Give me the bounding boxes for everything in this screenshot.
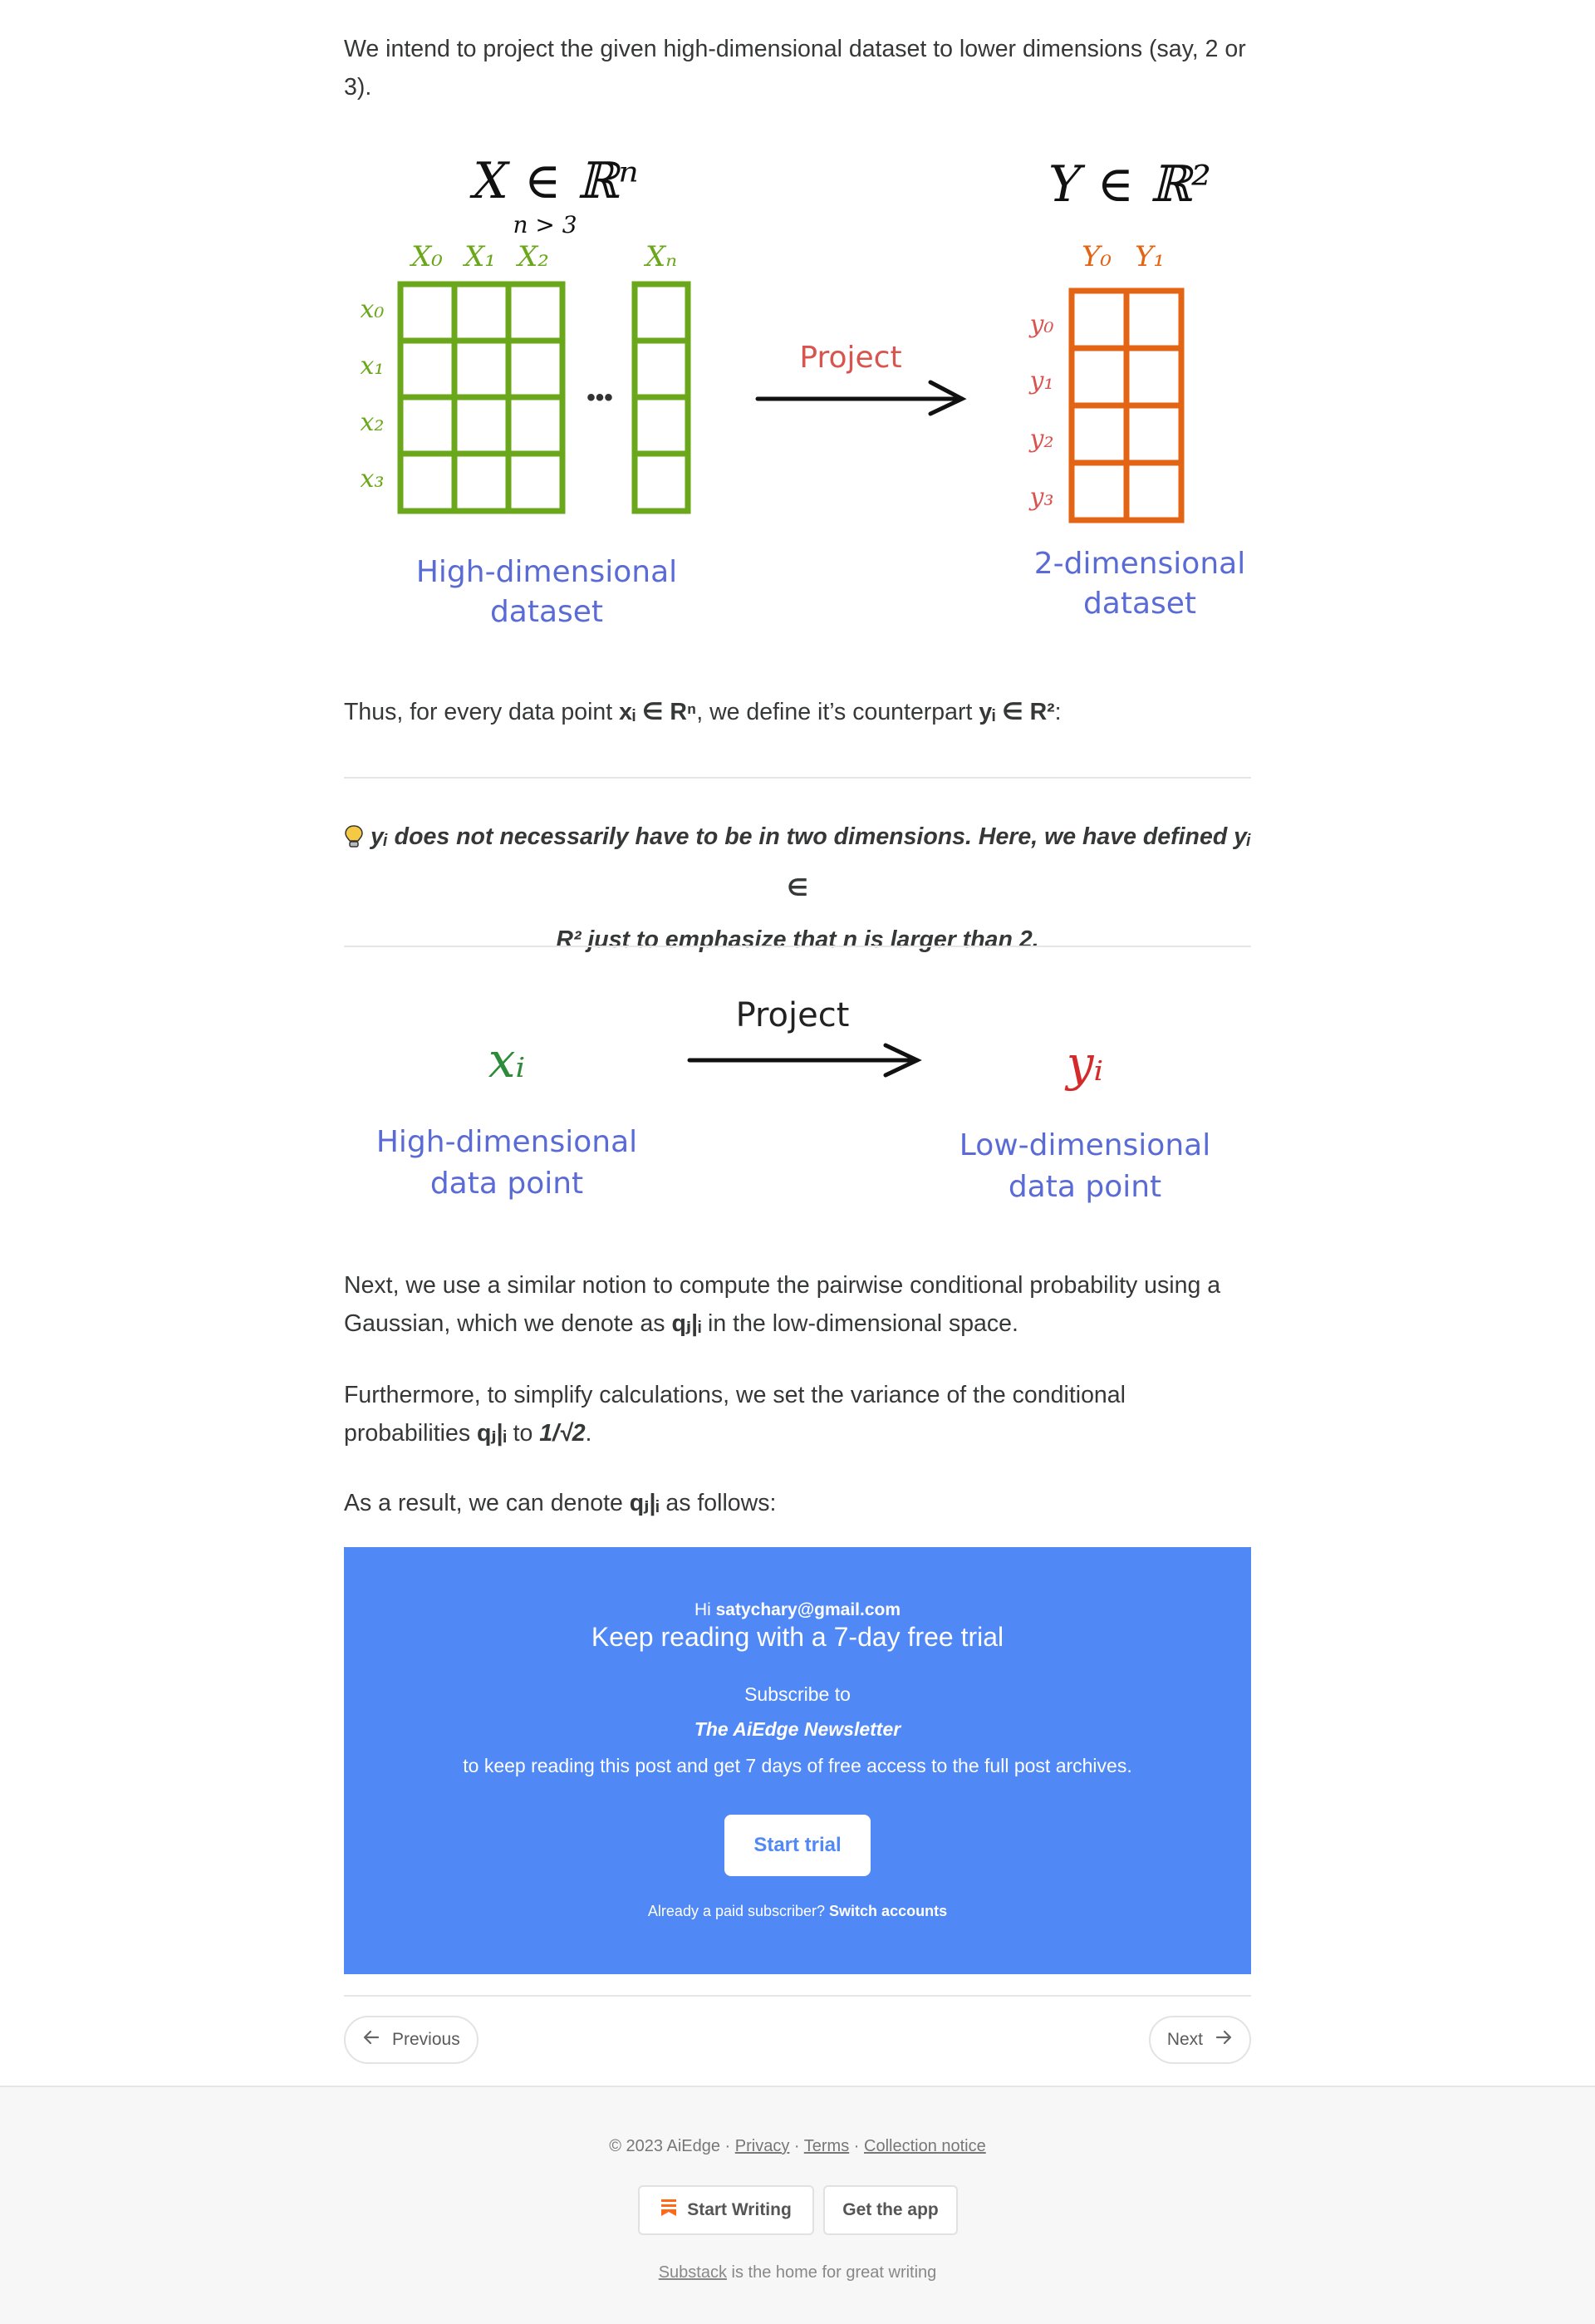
paywall-panel: Hi satychary@gmail.com Keep reading with… [344, 1547, 1251, 1974]
left-caption-line1: High-dimensional [416, 555, 677, 589]
privacy-link[interactable]: Privacy [735, 2137, 790, 2155]
next-label: Next [1166, 2030, 1203, 2049]
furthermore-paragraph: Furthermore, to simplify calculations, w… [344, 1382, 1126, 1447]
col-label-y0: Y₀ [1082, 240, 1112, 273]
collection-notice-link[interactable]: Collection notice [864, 2137, 986, 2155]
point-projection-figure: Project xᵢ yᵢ High-dimensional data poin… [344, 989, 1251, 1238]
left-grid [397, 281, 691, 514]
callout-note: yᵢ does not necessarily have to be in tw… [344, 811, 1251, 965]
right-caption-line2: dataset [1083, 587, 1196, 621]
arrow-left-icon [362, 2028, 380, 2051]
divider-bottom [344, 946, 1251, 947]
row-label-x1: x₁ [361, 351, 385, 381]
paywall-headline: Keep reading with a 7-day free trial [591, 1622, 1004, 1652]
left-caption-2-line2: data point [430, 1167, 583, 1201]
left-title: X ∈ ℝⁿ [469, 152, 638, 210]
right-caption-line1: 2-dimensional [1034, 547, 1245, 581]
get-the-app-button[interactable]: Get the app [823, 2185, 958, 2235]
switch-accounts-link[interactable]: Switch accounts [829, 1903, 947, 1919]
variance-value: 1/√2 [539, 1420, 586, 1447]
col-label-x2: X₂ [515, 240, 549, 273]
row-label-y2: y₂ [1028, 425, 1054, 454]
q-symbol: qⱼ|ᵢ [629, 1490, 660, 1516]
previous-label: Previous [392, 2030, 460, 2049]
right-caption-2-line2: data point [1009, 1170, 1161, 1204]
arrow-right-icon [1215, 2028, 1233, 2051]
right-title: Y ∈ ℝ² [1048, 155, 1211, 214]
intro-paragraph: We intend to project the given high-dime… [344, 36, 1246, 101]
copyright: © 2023 AiEdge [609, 2137, 720, 2155]
yi-symbol-figure: yᵢ [1064, 1035, 1103, 1092]
previous-button[interactable]: Previous [344, 2016, 478, 2064]
get-app-label: Get the app [842, 2200, 939, 2219]
q-symbol: qⱼ|ᵢ [477, 1420, 507, 1447]
nav-divider [344, 1995, 1251, 1997]
greeting: Hi satychary@gmail.com [694, 1600, 901, 1619]
row-label-x3: x₃ [361, 464, 385, 494]
col-label-x1: X₁ [462, 240, 496, 273]
next-paragraph: Next, we use a similar notion to compute… [344, 1272, 1221, 1337]
q-symbol: qⱼ|ᵢ [671, 1310, 702, 1337]
callout-line1: yᵢ does not necessarily have to be in tw… [344, 811, 1251, 914]
subscribe-to-label: Subscribe to [744, 1683, 851, 1705]
projection-diagram: X ∈ ℝⁿ n > 3 X₀ X₁ X₂ Xₙ x₀ x₁ x₂ x₃ •••… [361, 152, 1246, 629]
col-label-y1: Y₁ [1135, 240, 1165, 273]
row-label-x0: x₀ [361, 295, 385, 324]
right-grid [1068, 287, 1185, 523]
next-button[interactable]: Next [1148, 2016, 1251, 2064]
substack-logo-icon [660, 2199, 677, 2222]
left-caption-line2: dataset [490, 595, 603, 629]
project-label: Project [799, 341, 901, 375]
projection-figure: X ∈ ℝⁿ n > 3 X₀ X₁ X₂ Xₙ x₀ x₁ x₂ x₃ •••… [344, 141, 1251, 640]
project-arrow-2 [687, 1043, 922, 1078]
left-caption-2-line1: High-dimensional [376, 1125, 637, 1159]
callout-line2: R² just to emphasize that n is larger th… [556, 926, 1039, 953]
point-projection-diagram: Project xᵢ yᵢ High-dimensional data poin… [376, 996, 1210, 1204]
start-writing-label: Start Writing [687, 2200, 792, 2219]
result-paragraph: As a result, we can denote qⱼ|ᵢ as follo… [344, 1490, 777, 1516]
start-writing-button[interactable]: Start Writing [638, 2185, 814, 2235]
paywall-description: to keep reading this post and get 7 days… [463, 1755, 1132, 1776]
row-label-y3: y₃ [1028, 483, 1054, 512]
project-label-2: Project [736, 996, 850, 1034]
project-arrow [755, 380, 967, 416]
yi-symbol: yᵢ ∈ R² [979, 699, 1055, 725]
right-caption-2-line1: Low-dimensional [959, 1128, 1210, 1162]
substack-link[interactable]: Substack [659, 2263, 727, 2282]
divider-top [344, 777, 1251, 779]
ellipsis: ••• [586, 384, 613, 411]
col-label-xn: Xₙ [643, 240, 677, 273]
footer-links: © 2023 AiEdge · Privacy · Terms · Collec… [609, 2137, 986, 2155]
terms-link[interactable]: Terms [804, 2137, 849, 2155]
xi-symbol: xᵢ ∈ Rⁿ [619, 699, 697, 725]
footer-tagline: Substack is the home for great writing [658, 2263, 937, 2282]
left-subtitle: n > 3 [513, 211, 577, 238]
row-label-y0: y₀ [1028, 310, 1054, 339]
footer: © 2023 AiEdge · Privacy · Terms · Collec… [0, 2086, 1595, 2324]
publication-name: The AiEdge Newsletter [694, 1718, 901, 1740]
user-email: satychary@gmail.com [715, 1600, 901, 1619]
col-label-x0: X₀ [409, 240, 443, 273]
thus-paragraph: Thus, for every data point xᵢ ∈ Rⁿ, we d… [344, 699, 1062, 725]
start-trial-button[interactable]: Start trial [724, 1815, 871, 1876]
row-label-x2: x₂ [361, 408, 385, 437]
xi-symbol-figure: xᵢ [488, 1032, 525, 1088]
lightbulb-icon [344, 823, 371, 850]
row-label-y1: y₁ [1028, 366, 1054, 396]
already-subscriber: Already a paid subscriber? Switch accoun… [647, 1903, 948, 1919]
